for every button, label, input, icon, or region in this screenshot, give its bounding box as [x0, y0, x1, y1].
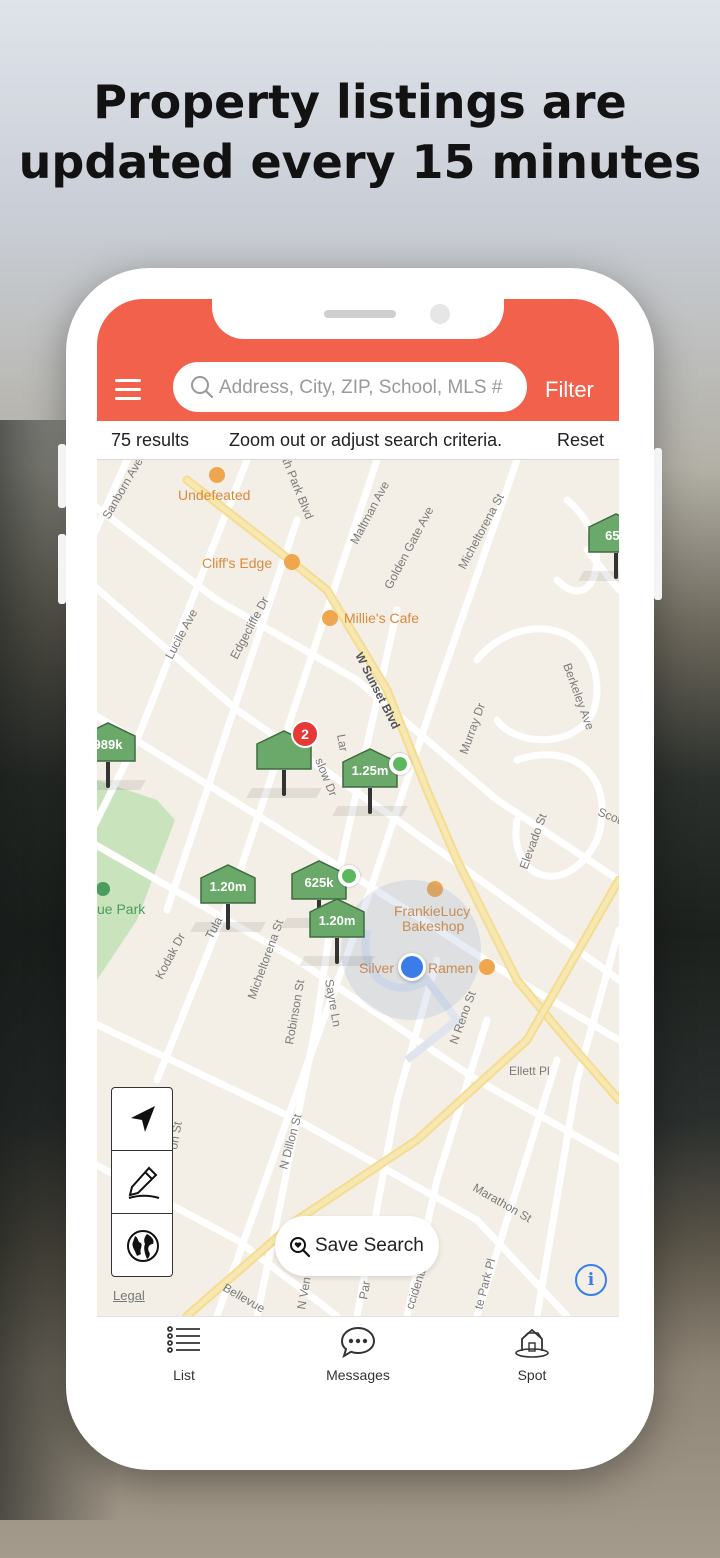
phone-side-button: [58, 444, 66, 508]
phone-frame: Filter 75 results Zoom out or adjust sea…: [58, 268, 662, 1470]
road-ellett: Ellett Pl: [509, 1064, 550, 1078]
listing-price: 1.20m: [209, 879, 247, 894]
poi-icon: [322, 610, 338, 626]
cluster-count-badge: 2: [291, 720, 319, 748]
road-park-blvd: th Park Blvd: [279, 460, 316, 521]
phone-notch: [212, 299, 504, 339]
phone-side-button: [58, 534, 66, 604]
road-te-park: te Park Pl: [471, 1257, 498, 1311]
road-kodak: Kodak Dr: [152, 931, 188, 982]
speaker: [324, 310, 396, 318]
save-search-button[interactable]: Save Search: [275, 1216, 439, 1276]
headline-line-1: Property listings are: [93, 75, 627, 129]
road-sunset: W Sunset Blvd: [352, 650, 403, 731]
phone-power-button: [654, 448, 662, 600]
listing-price: 989k: [97, 737, 123, 752]
tab-messages[interactable]: Messages: [271, 1317, 445, 1393]
listing-price: 650: [605, 528, 619, 543]
poi-cliffs-edge: Cliff's Edge: [202, 555, 272, 571]
navigate-button[interactable]: [112, 1088, 172, 1150]
search-box[interactable]: [173, 362, 527, 412]
map-base: Undefeated Cliff's Edge Millie's Cafe Fr…: [97, 460, 619, 1316]
open-house-dot: [338, 865, 360, 887]
park-label: ue Park: [97, 901, 146, 917]
save-search-label: Save Search: [315, 1235, 424, 1256]
road-par: Par: [356, 1280, 373, 1301]
list-icon: [167, 1326, 200, 1353]
poi-icon: [284, 554, 300, 570]
poi-millies-cafe: Millie's Cafe: [344, 610, 419, 626]
tab-spot[interactable]: Spot: [445, 1317, 619, 1393]
road-robinson: Robinson St: [282, 978, 307, 1045]
app-screen: Filter 75 results Zoom out or adjust sea…: [97, 299, 619, 1393]
poi-icon: [479, 959, 495, 975]
search-input[interactable]: [217, 370, 521, 406]
headline: Property listings are updated every 15 m…: [0, 72, 720, 192]
tab-list-label: List: [173, 1367, 195, 1383]
tab-messages-label: Messages: [326, 1367, 390, 1383]
messages-icon: [340, 1326, 376, 1359]
spot-house-icon: [515, 1328, 549, 1358]
reset-button[interactable]: Reset: [557, 430, 604, 451]
poi-icon: [209, 467, 225, 483]
search-icon: [191, 376, 214, 399]
draw-button[interactable]: [112, 1150, 172, 1213]
map-type-button[interactable]: [112, 1213, 172, 1276]
info-icon[interactable]: i: [575, 1264, 607, 1296]
road-golden-gate: Golden Gate Ave: [381, 504, 436, 591]
map-tools: [111, 1087, 173, 1277]
tab-spot-label: Spot: [517, 1367, 547, 1383]
poi-undefeated: Undefeated: [178, 487, 250, 503]
listing-price: 1.20m: [318, 913, 356, 928]
open-house-dot: [389, 753, 411, 775]
navigate-arrow-icon: [131, 1106, 155, 1132]
road-lucile: Lucile Ave: [162, 606, 200, 661]
draw-pencil-icon: [128, 1166, 160, 1199]
tab-bar: List Messages Spot: [97, 1316, 619, 1393]
results-bar: 75 results Zoom out or adjust search cri…: [97, 421, 619, 460]
menu-icon[interactable]: [115, 379, 141, 401]
road-n-ven: N Ven: [294, 1276, 313, 1311]
legal-link[interactable]: Legal: [113, 1288, 145, 1303]
current-location-dot: [398, 953, 426, 981]
heart-search-icon: [290, 1237, 311, 1258]
results-count: 75 results: [111, 430, 190, 450]
camera: [430, 304, 450, 324]
road-murray: Murray Dr: [457, 701, 488, 756]
globe-icon: [127, 1230, 159, 1262]
headline-line-2: updated every 15 minutes: [18, 135, 702, 189]
results-message: Zoom out or adjust search criteria.: [229, 430, 503, 450]
tab-list[interactable]: List: [97, 1317, 271, 1393]
map-view[interactable]: Undefeated Cliff's Edge Millie's Cafe Fr…: [97, 460, 619, 1316]
filter-button[interactable]: Filter: [545, 377, 594, 403]
